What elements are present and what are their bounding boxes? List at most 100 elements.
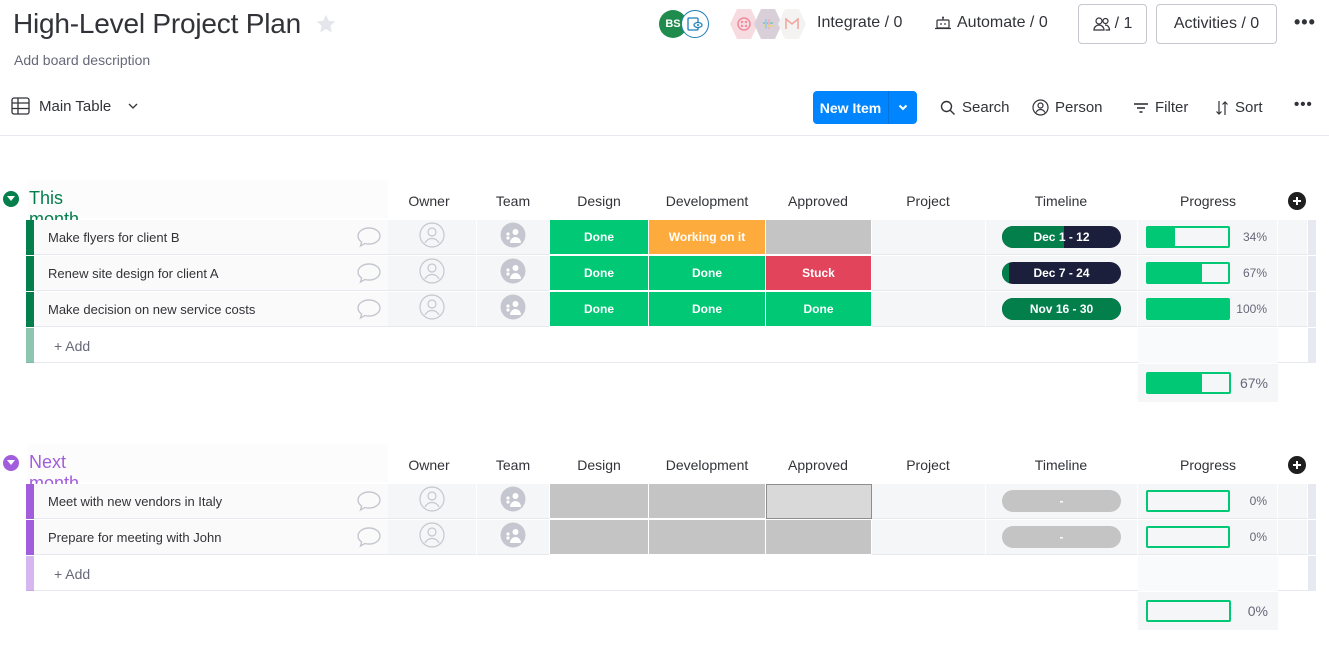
owner-cell[interactable] (388, 220, 477, 255)
chevron-down-icon[interactable] (128, 103, 138, 109)
summary-progress-fill (1148, 374, 1203, 392)
board-menu-button[interactable]: ••• (1294, 12, 1316, 33)
timeline-cell[interactable]: Dec 7 - 24 (986, 256, 1138, 291)
timeline-cell[interactable]: Dec 1 - 12 (986, 220, 1138, 255)
add-item-row[interactable]: + Add (26, 328, 1316, 363)
filter-button[interactable]: Filter (1133, 99, 1188, 116)
item-name-cell[interactable]: Make decision on new service costs (34, 292, 388, 327)
board-subscribers[interactable]: BS (659, 10, 711, 38)
timeline-pill[interactable]: - (1002, 490, 1121, 512)
project-cell[interactable] (872, 520, 986, 555)
activities-button[interactable]: Activities / 0 (1156, 4, 1277, 44)
comment-icon[interactable] (356, 526, 382, 553)
column-header-timeline[interactable]: Timeline (1001, 457, 1121, 473)
members-button[interactable]: / 1 (1078, 4, 1147, 44)
team-cell[interactable] (477, 256, 550, 291)
progress-cell: 34% (1138, 220, 1278, 255)
add-column-button[interactable] (1288, 192, 1306, 210)
team-cell[interactable] (477, 520, 550, 555)
item-name-cell[interactable]: Meet with new vendors in Italy (34, 484, 388, 519)
integrate-button[interactable]: Integrate / 0 (817, 14, 902, 32)
group-collapse-toggle[interactable] (3, 191, 19, 207)
item-name[interactable]: Meet with new vendors in Italy (48, 494, 222, 509)
development-status-cell[interactable]: Done (649, 292, 766, 327)
star-icon[interactable] (315, 13, 337, 35)
timeline-cell[interactable]: Nov 16 - 30 (986, 292, 1138, 327)
integrations-icons[interactable] (730, 9, 810, 39)
item-name-cell[interactable]: Renew site design for client A (34, 256, 388, 291)
team-cell[interactable] (477, 292, 550, 327)
comment-icon[interactable] (356, 262, 382, 289)
approved-status-cell[interactable] (766, 520, 872, 555)
owner-cell[interactable] (388, 256, 477, 291)
development-status-cell[interactable]: Done (649, 256, 766, 291)
project-cell[interactable] (872, 484, 986, 519)
twilio-icon (730, 9, 758, 39)
project-cell[interactable] (872, 292, 986, 327)
timeline-pill[interactable]: Dec 7 - 24 (1002, 262, 1121, 284)
column-header-project[interactable]: Project (868, 193, 988, 209)
approved-status-cell[interactable] (766, 220, 872, 255)
project-cell[interactable] (872, 256, 986, 291)
approved-status-cell[interactable] (766, 484, 872, 519)
item-name[interactable]: Make flyers for client B (48, 230, 180, 245)
item-name[interactable]: Prepare for meeting with John (48, 530, 221, 545)
team-cell[interactable] (477, 220, 550, 255)
approved-status-cell[interactable]: Done (766, 292, 872, 327)
timeline-pill[interactable]: Nov 16 - 30 (1002, 298, 1121, 320)
person-filter-button[interactable]: Person (1032, 99, 1103, 116)
search-button[interactable]: Search (940, 99, 1010, 116)
project-cell[interactable] (872, 220, 986, 255)
item-name-cell[interactable]: Prepare for meeting with John (34, 520, 388, 555)
column-header-progress[interactable]: Progress (1148, 193, 1268, 209)
add-item-label[interactable]: + Add (54, 566, 90, 582)
group-collapse-toggle[interactable] (3, 455, 19, 471)
column-header-development[interactable]: Development (647, 457, 767, 473)
column-header-design[interactable]: Design (539, 457, 659, 473)
column-header-project[interactable]: Project (868, 457, 988, 473)
comment-icon[interactable] (356, 226, 382, 253)
automate-button[interactable]: Automate / 0 (935, 14, 1048, 32)
column-header-approved[interactable]: Approved (758, 457, 878, 473)
viewer-avatar[interactable] (681, 10, 709, 38)
board-title[interactable]: High-Level Project Plan (13, 8, 301, 40)
comment-icon[interactable] (356, 298, 382, 325)
add-item-label[interactable]: + Add (54, 338, 90, 354)
timeline-cell[interactable]: - (986, 520, 1138, 555)
column-header-design[interactable]: Design (539, 193, 659, 209)
toolbar-menu-button[interactable]: ••• (1294, 96, 1313, 113)
development-status-cell[interactable] (649, 520, 766, 555)
owner-cell[interactable] (388, 520, 477, 555)
design-status-cell[interactable] (550, 520, 649, 555)
design-status-cell[interactable]: Done (550, 256, 649, 291)
new-item-label[interactable]: New Item (813, 100, 888, 116)
view-selector[interactable]: Main Table (11, 97, 138, 115)
board-description[interactable]: Add board description (14, 52, 150, 68)
new-item-dropdown[interactable] (889, 104, 917, 111)
sort-button[interactable]: Sort (1215, 99, 1263, 116)
item-name[interactable]: Renew site design for client A (48, 266, 219, 281)
design-status-cell[interactable]: Done (550, 220, 649, 255)
comment-icon[interactable] (356, 490, 382, 517)
owner-cell[interactable] (388, 292, 477, 327)
design-status-cell[interactable]: Done (550, 292, 649, 327)
column-header-development[interactable]: Development (647, 193, 767, 209)
item-name[interactable]: Make decision on new service costs (48, 302, 255, 317)
add-item-row[interactable]: + Add (26, 556, 1316, 591)
column-header-timeline[interactable]: Timeline (1001, 193, 1121, 209)
column-header-approved[interactable]: Approved (758, 193, 878, 209)
column-header-progress[interactable]: Progress (1148, 457, 1268, 473)
group-color-bar (26, 520, 34, 555)
approved-status-cell[interactable]: Stuck (766, 256, 872, 291)
development-status-cell[interactable] (649, 484, 766, 519)
timeline-cell[interactable]: - (986, 484, 1138, 519)
team-cell[interactable] (477, 484, 550, 519)
owner-cell[interactable] (388, 484, 477, 519)
timeline-pill[interactable]: Dec 1 - 12 (1002, 226, 1121, 248)
development-status-cell[interactable]: Working on it (649, 220, 766, 255)
add-column-button[interactable] (1288, 456, 1306, 474)
timeline-pill[interactable]: - (1002, 526, 1121, 548)
design-status-cell[interactable] (550, 484, 649, 519)
new-item-button[interactable]: New Item (813, 91, 917, 124)
item-name-cell[interactable]: Make flyers for client B (34, 220, 388, 255)
